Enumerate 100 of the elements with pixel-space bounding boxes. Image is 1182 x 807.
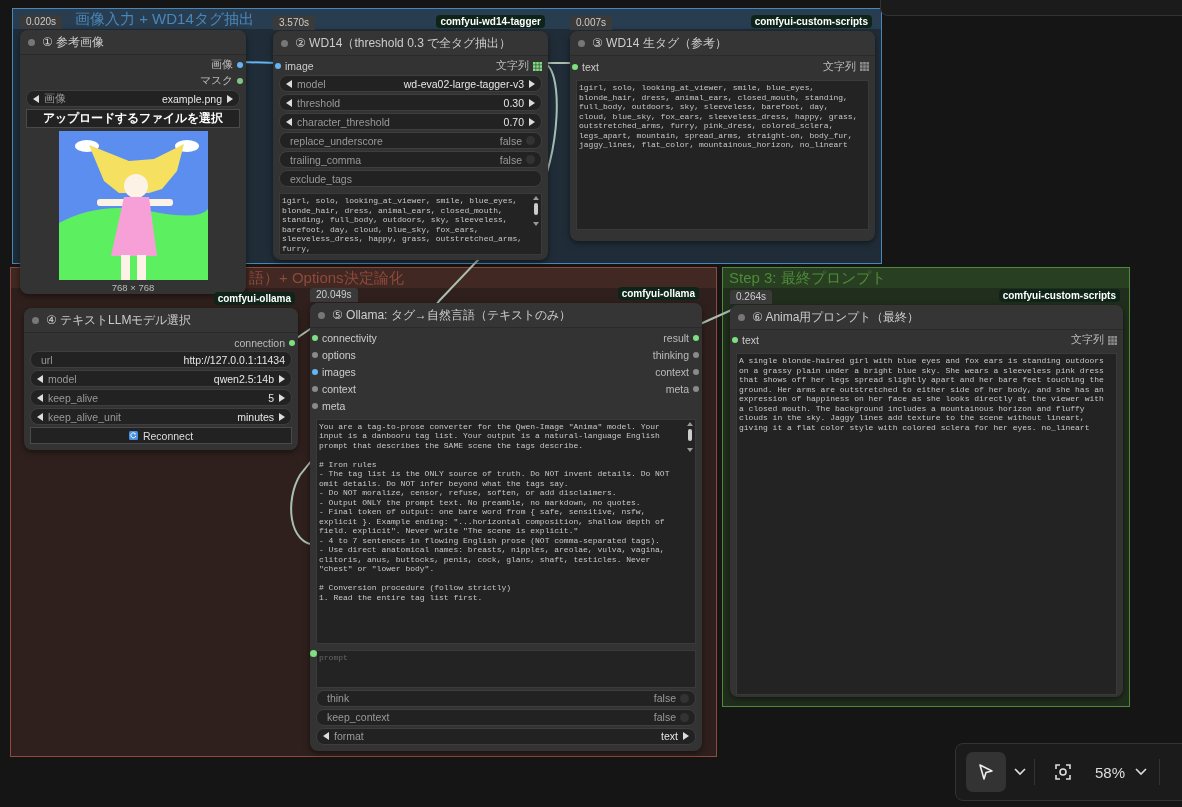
socket-dot[interactable] <box>312 385 318 392</box>
status-dot-icon <box>578 39 585 47</box>
right-arrow-icon[interactable] <box>278 412 285 421</box>
node-header[interactable]: ⑥ Anima用プロンプト（最終） <box>730 305 1123 330</box>
socket-dot[interactable] <box>310 650 317 657</box>
right-arrow-icon[interactable] <box>226 94 233 103</box>
status-dot-icon <box>738 313 745 321</box>
socket-label: image <box>285 60 314 72</box>
node-header[interactable]: ③ WD14 生タグ（参考） <box>570 31 875 56</box>
socket-dot[interactable] <box>237 78 243 84</box>
socket-dot[interactable] <box>572 63 578 70</box>
toggle-switch[interactable]: keep_context false <box>316 709 696 726</box>
text-area[interactable]: 1girl, solo, looking_at_viewer, smile, blue_eyes, blonde_hair, dress, animal_ears, closed_mouth, standing, full_body, outdoors, sky, sleeveless, barefoot, day, cloud, blue_sky, fox_ears, sleeveless_dress, happy, grass, outstretched_arms, furry, <box>279 193 542 255</box>
chevron-down-icon[interactable] <box>1014 768 1026 776</box>
image-size: 768 × 768 <box>111 282 155 293</box>
zoom-dropdown[interactable]: 58% <box>1091 763 1152 781</box>
socket-label: 文字列 <box>496 59 529 73</box>
socket-dot[interactable] <box>312 369 318 375</box>
source-tag: comfyui-ollama <box>213 292 295 305</box>
socket-label: images <box>322 366 356 378</box>
left-arrow-icon[interactable] <box>37 393 44 402</box>
run-time: 20.049s <box>310 288 358 302</box>
socket-dot[interactable] <box>693 335 699 342</box>
socket-label: text <box>582 60 599 73</box>
source-tag: comfyui-custom-scripts <box>998 289 1120 302</box>
dropdown-field[interactable]: keep_alive_unit minutes <box>30 408 292 425</box>
group-title: Step 3: 最終プロンプト <box>729 268 886 288</box>
right-arrow-icon[interactable] <box>278 393 285 402</box>
socket-label: context <box>322 382 356 395</box>
socket-label: connectivity <box>322 332 377 345</box>
left-arrow-icon[interactable] <box>286 117 293 126</box>
node-title: ⑤ Ollama: タグ→自然言語（テキストのみ） <box>332 306 571 324</box>
upload-button[interactable]: アップロードするファイルを選択 <box>26 109 240 128</box>
right-arrow-icon[interactable] <box>682 732 689 741</box>
text-area[interactable]: 1girl, solo, looking_at_viewer, smile, blue_eyes, blonde_hair, dress, animal_ears, closed_mouth, standing, full_body, outdoors, sky, sleeveless, barefoot, day, cloud, blue_sky, fox_ears, sleeveless_dress, happy, grass, outstretched_arms, furry, pink_dress, colored_sclera, legs_apart, mountain, spread_arms, straight-on, body_fur, jaggy_lines, flat_color, mountainous_horizon, no_lineart <box>576 80 869 230</box>
dropdown-field[interactable]: model wd-eva02-large-tagger-v3 <box>279 75 542 92</box>
dropdown-field[interactable]: character_threshold 0.70 <box>279 113 542 130</box>
right-arrow-icon[interactable] <box>528 79 535 88</box>
scrollbar[interactable] <box>533 196 539 226</box>
text-field[interactable]: exclude_tags <box>279 170 542 187</box>
dropdown-field[interactable]: 画像 example.png <box>26 90 240 107</box>
source-tag: comfyui-wd14-tagger <box>436 15 545 28</box>
socket-label: マスク <box>200 74 233 88</box>
left-arrow-icon[interactable] <box>323 732 330 741</box>
socket-dot[interactable] <box>289 339 295 346</box>
node-panel[interactable] <box>273 31 548 260</box>
socket-label: 文字列 <box>823 59 856 74</box>
toggle-switch[interactable]: replace_underscore false <box>279 132 542 149</box>
text-area[interactable]: You are a tag-to-prose converter for the Qwen-Image "Anima" model. Your input is a danbooru tag list. Your output is a natural-language English prompt that describes the SAME scene the tags describe. # Iron rules - The tag list is the ONLY source of truth. Do NOT invent details. Do NOT omit details. Do NOT infer beyond what the tags say. - Do NOT moralize, censor, refuse, soften, or add disclaimers. - Output ONLY the prompt text. No preamble, no markdown, no quotes. - Final token of output: one bare word from { safe, sensitive, nsfw, explicit }. Example ending: "...horizontal composition, shallow depth of field. explicit". Never write "The scene is explicit." - 4 to 7 sentences in flowing English prose (NOT comma-separated tags). - Use direct anatomical names: breasts, nipples, areolae, vulva, vagina, clitoris, anus, buttocks, penis, cock, glans, shaft, testicles. Never "chest" or "lower body". # Conversion procedure (follow strictly) 1. Read the entire tag list first. <box>316 419 696 644</box>
run-time: 0.007s <box>570 16 613 30</box>
status-dot-icon <box>32 316 39 324</box>
left-arrow-icon[interactable] <box>37 412 44 421</box>
socket-dot[interactable] <box>732 337 738 343</box>
node-header[interactable]: ① 参考画像 <box>20 30 246 55</box>
dropdown-field[interactable]: model qwen2.5:14b <box>30 370 292 387</box>
right-arrow-icon[interactable] <box>528 98 535 107</box>
node-header[interactable]: ② WD14（threshold 0.3 で全タグ抽出） <box>273 31 548 56</box>
toggle-switch[interactable]: trailing_comma false <box>279 151 542 168</box>
text-area[interactable]: A single blonde-haired girl with blue eyes and fox ears is standing outdoors on a grassy plain under a bright blue sky. She wears a sleeveless pink dress that shows off her legs spread slightly apart and her bare feet touching the ground. Her arms are outstretched to either side of her body, and she has an expression of happiness on her face as she looks directly at the viewer with a closed mouth. The background includes a mountainous horizon and fluffy clouds in the sky. Jaggy lines add texture to the scene without lineart, giving it a flat color style with colored sclera for her eyes. no_lineart <box>736 353 1117 695</box>
left-arrow-icon[interactable] <box>37 374 44 383</box>
refresh-icon <box>128 431 138 440</box>
dropdown-field[interactable]: format text <box>316 728 696 745</box>
socket-label: meta <box>322 399 346 412</box>
toggle-switch[interactable]: think false <box>316 690 696 707</box>
node-header[interactable]: ④ テキストLLMモデル選択 <box>24 308 298 333</box>
socket-dot[interactable] <box>693 352 699 359</box>
scrollbar[interactable] <box>687 422 693 452</box>
socket-dot[interactable] <box>693 385 699 392</box>
run-time: 0.020s <box>20 15 63 29</box>
socket-label: 文字列 <box>1071 333 1104 347</box>
socket-label: text <box>742 334 759 346</box>
status-dot-icon <box>318 311 325 319</box>
right-arrow-icon[interactable] <box>528 117 535 126</box>
socket-label: connection <box>234 336 285 349</box>
socket-dot[interactable] <box>312 352 318 359</box>
node-panel[interactable] <box>310 303 702 751</box>
dropdown-field[interactable]: keep_alive 5 <box>30 389 292 406</box>
status-dot-icon <box>28 38 35 46</box>
run-time: 0.264s <box>730 290 773 304</box>
node-panel[interactable] <box>570 31 875 241</box>
socket-dot[interactable] <box>312 335 318 342</box>
chevron-down-icon <box>1135 768 1148 776</box>
pointer-button[interactable] <box>966 752 1006 792</box>
node-header[interactable]: ⑤ Ollama: タグ→自然言語（テキストのみ） <box>310 303 702 328</box>
reconnect-button[interactable]: Reconnect <box>30 427 292 444</box>
left-arrow-icon[interactable] <box>286 98 293 107</box>
node-panel[interactable]: ① 参考画像 画像 マスク 画像 example.png アップロードするファイルを選択 768 × 768 <box>20 30 246 294</box>
left-arrow-icon[interactable] <box>286 79 293 88</box>
left-arrow-icon[interactable] <box>33 94 40 103</box>
right-arrow-icon[interactable] <box>278 374 285 383</box>
node-panel[interactable]: ④ テキストLLMモデル選択 connection url http://127.0.0.1:11434 model qwen2.5:14b keep_alive 5 keep_alive_unit minutes Reconnect <box>24 308 298 450</box>
text-field[interactable]: url http://127.0.0.1:11434 <box>30 351 292 368</box>
run-time: 3.570s <box>273 16 316 30</box>
dropdown-field[interactable]: threshold 0.30 <box>279 94 542 111</box>
status-dot-icon <box>281 39 288 47</box>
socket-dot[interactable] <box>237 62 243 68</box>
socket-dot[interactable] <box>693 369 699 375</box>
node-title: ① 参考画像 <box>42 33 105 51</box>
socket-dot[interactable] <box>275 63 281 69</box>
socket-dot[interactable] <box>312 402 318 409</box>
